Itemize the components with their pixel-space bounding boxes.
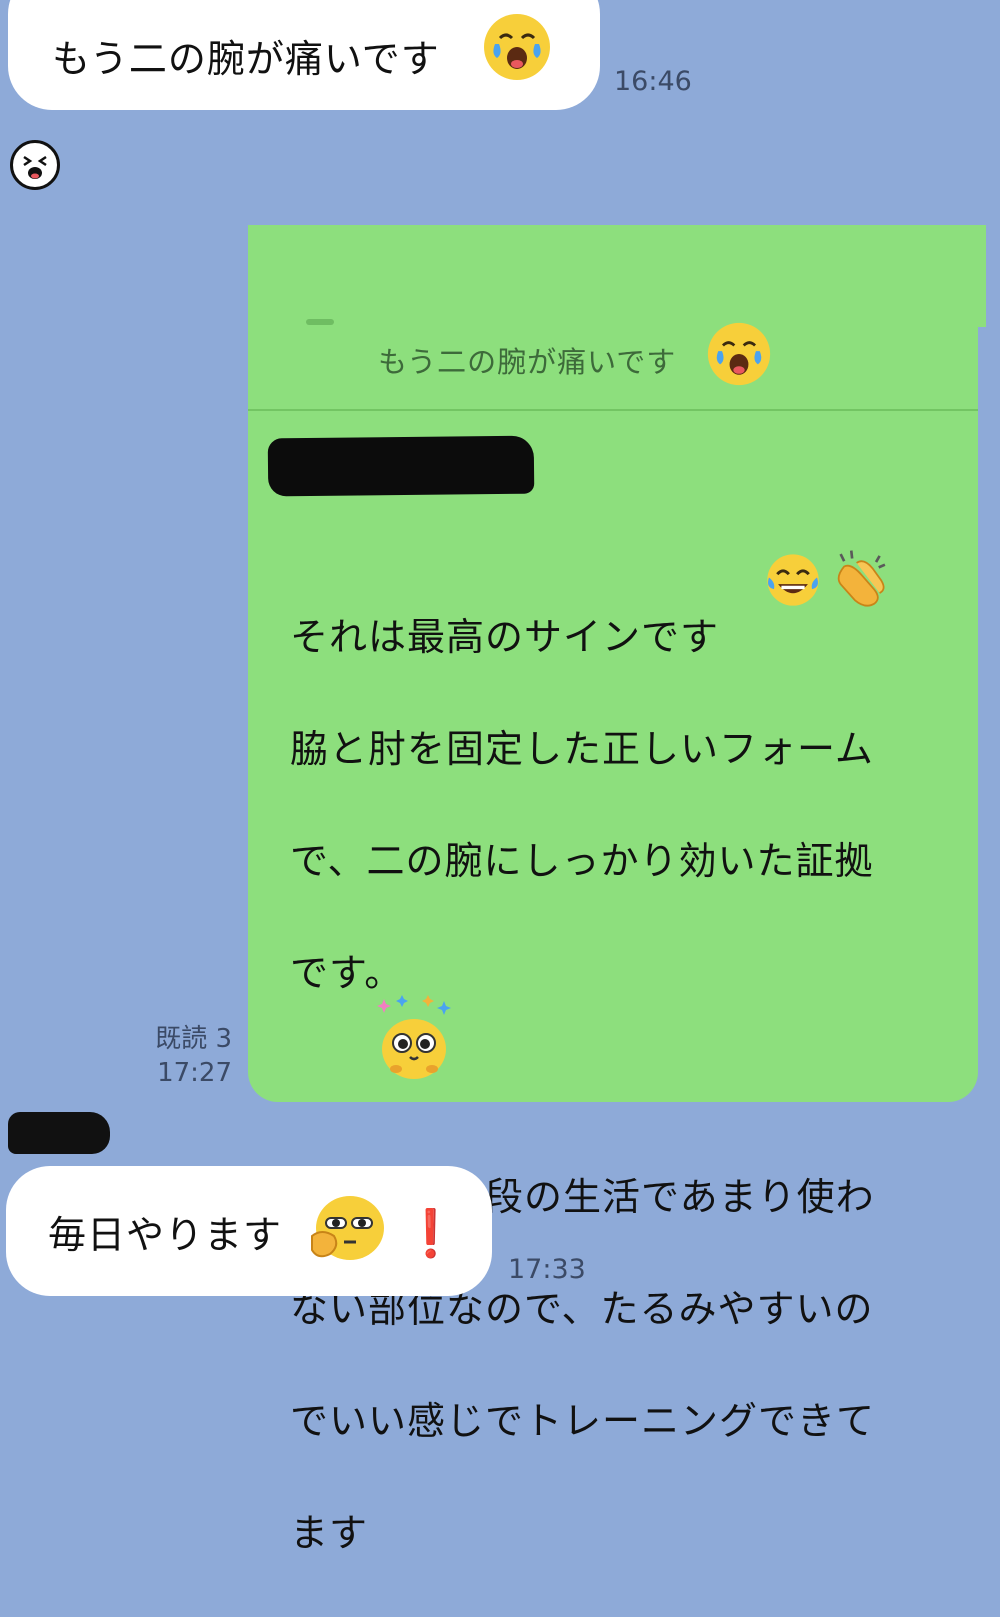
message-line: でいい感じでトレーニングできて (290, 1399, 876, 1443)
message-bubble-outgoing[interactable]: もう二の腕が痛いです それは最高のサインです 脇と肘を固定した正しいフォーム で… (248, 225, 986, 1555)
message-line: ます (290, 1511, 369, 1555)
read-count: 既読 3 (155, 1024, 232, 1054)
message-line: で、二の腕にしっかり効いた証拠 (290, 839, 874, 883)
exclamation-mark: ❗ (402, 1206, 460, 1260)
tears-of-joy-face-icon (484, 14, 550, 80)
message-time: 17:27 (157, 1058, 232, 1088)
message-time: 16:46 (614, 66, 692, 97)
laughing-face-icon (23, 155, 47, 179)
chat-window: もう二の腕が痛いです 16:46 もう二の腕が痛いです それは最高のサインです … (0, 0, 1000, 1555)
redacted-sender-name (8, 1112, 110, 1154)
redacted-name (267, 435, 535, 497)
message-time: 17:33 (508, 1254, 586, 1285)
read-status: 既読 3 17:27 (155, 1022, 232, 1090)
quote-marker (306, 319, 334, 325)
tears-of-joy-face-icon (707, 322, 771, 386)
message-line: 脇と肘を固定した正しいフォーム (290, 727, 874, 771)
quoted-reply[interactable]: もう二の腕が痛いです (248, 317, 978, 411)
sparkle-face-icon (377, 995, 451, 1079)
message-text: もう二の腕が痛いです (52, 36, 440, 81)
avatar[interactable] (10, 140, 60, 190)
clapping-hands-icon (837, 550, 886, 607)
message-line: それは最高のサインです (290, 615, 720, 659)
laughing-tears-face-icon (767, 554, 819, 606)
message-text: 毎日やります (48, 1212, 283, 1257)
quoted-text: もう二の腕が痛いです (378, 345, 677, 379)
smug-face-icon (311, 1196, 384, 1260)
message-text: それは最高のサインです 脇と肘を固定した正しいフォーム で、二の腕にしっかり効い… (290, 553, 950, 1617)
